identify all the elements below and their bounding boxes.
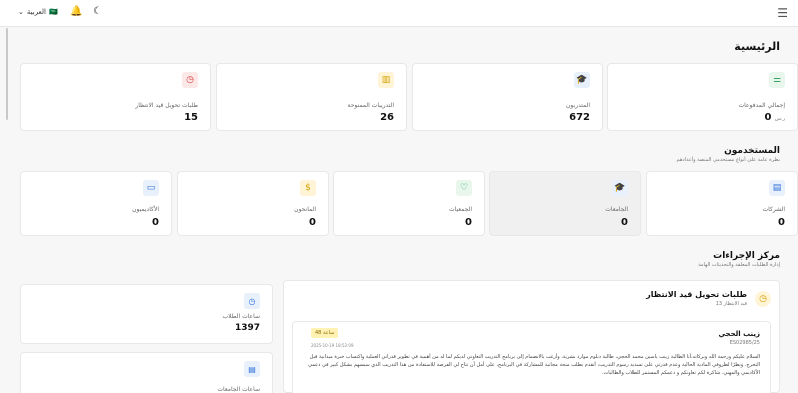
- clock-icon: ◷: [244, 293, 260, 309]
- card-label: طلبات تحويل قيد الانتظار: [135, 102, 198, 109]
- summary-card-pending-transfers: ◷ طلبات تحويل قيد الانتظار 15: [20, 63, 211, 131]
- clock-icon: ◷: [182, 72, 198, 88]
- user-card-universities[interactable]: 🎓 الجامعات 0: [489, 171, 641, 236]
- user-card-academics[interactable]: ▭ الأكاديميون 0: [20, 171, 172, 236]
- card-label: الشركات: [762, 206, 786, 213]
- summary-card-trainings: ▥ التدريبات الممنوحة 26: [216, 63, 407, 131]
- card-value: 26: [380, 112, 394, 123]
- book-open-icon: ▭: [143, 180, 159, 196]
- chevron-down-icon: ⌄: [18, 8, 24, 16]
- card-label: المانحون: [294, 206, 316, 213]
- pending-transfers-panel: ◷ طلبات تحويل قيد الانتظار 13 قيد الانتظ…: [283, 280, 780, 393]
- card-label: إجمالي المدفوعات: [738, 102, 785, 109]
- users-title: المستخدمون: [724, 146, 780, 156]
- graduation-icon: 🎓: [574, 72, 590, 88]
- menu-icon[interactable]: ☰: [777, 6, 788, 20]
- coin-icon: $: [300, 180, 316, 196]
- request-card[interactable]: زينب الحجي ES02985/25 48 ساعة 2025-10-19…: [292, 321, 771, 393]
- building-icon: ▤: [244, 361, 260, 377]
- clock-icon: ◷: [755, 291, 771, 307]
- heart-icon: ♡: [456, 180, 472, 196]
- language-selector[interactable]: ⌄ العربية 🇸🇦: [18, 8, 58, 16]
- request-id: ES02985/25: [729, 340, 760, 346]
- card-label: الجامعات: [605, 206, 628, 213]
- card-value: 0: [621, 217, 628, 228]
- user-card-associations[interactable]: ♡ الجمعيات 0: [333, 171, 485, 236]
- card-value: 0: [309, 217, 316, 228]
- actions-subtitle: إدارة الطلبات المعلقة والتحديثات الهامة: [698, 262, 780, 268]
- users-subtitle: نظرة عامة على أنواع مستخدمي المنصة وأعدا…: [676, 157, 780, 163]
- bell-icon[interactable]: 🔔: [70, 6, 82, 17]
- graduation-icon: 🎓: [612, 180, 628, 196]
- summary-card-trainees: 🎓 المتدربون 672: [412, 63, 603, 131]
- request-date: 2025-10-19 18:52:09: [311, 343, 354, 348]
- card-label: ساعات الجامعات: [217, 386, 260, 393]
- request-message: السلام عليكم ورحمة الله وبركاته،أنا الطا…: [308, 354, 760, 376]
- card-value: 0: [152, 217, 159, 228]
- card-label: الأكاديميون: [132, 206, 159, 213]
- card-value: 0: [465, 217, 472, 228]
- actions-title: مركز الإجراءات: [713, 251, 780, 261]
- flag-icon: 🇸🇦: [49, 8, 58, 16]
- moon-icon[interactable]: ☾: [93, 6, 102, 17]
- user-card-companies[interactable]: ▤ الشركات 0: [646, 171, 798, 236]
- request-name: زينب الحجي: [718, 330, 760, 338]
- card-value: 672: [569, 112, 590, 123]
- language-label: العربية: [26, 8, 47, 16]
- scrollbar[interactable]: [6, 28, 8, 120]
- top-bar: ☰ ⌄ العربية 🇸🇦 🔔 ☾: [0, 0, 798, 27]
- card-value: 0: [778, 217, 785, 228]
- panel-title: طلبات تحويل قيد الانتظار: [646, 290, 747, 299]
- page-title: الرئيسية: [734, 40, 780, 53]
- stat-card-university-hours: ▤ ساعات الجامعات: [20, 352, 273, 393]
- time-badge: 48 ساعة: [311, 328, 339, 338]
- card-label: التدريبات الممنوحة: [347, 102, 395, 109]
- card-value: 1397: [234, 323, 260, 333]
- book-icon: ▥: [378, 72, 394, 88]
- card-label: الجمعيات: [448, 206, 472, 213]
- currency-icon: ⚌: [769, 72, 785, 88]
- user-card-donors[interactable]: $ المانحون 0: [177, 171, 329, 236]
- stat-card-student-hours: ◷ ساعات الطلاب 1397: [20, 284, 273, 344]
- panel-subtitle: 13 قيد الانتظار: [715, 301, 747, 307]
- card-value: 15: [184, 112, 198, 123]
- card-label: ساعات الطلاب: [222, 313, 260, 320]
- summary-card-payments: ⚌ إجمالي المدفوعات 0 ر.س: [607, 63, 798, 131]
- building-icon: ▤: [769, 180, 785, 196]
- card-value: 0 ر.س: [764, 112, 785, 123]
- card-label: المتدربون: [566, 102, 590, 109]
